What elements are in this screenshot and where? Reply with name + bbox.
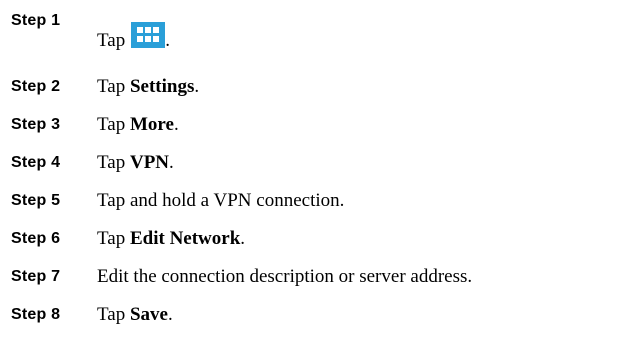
step-suffix: . [167, 304, 173, 325]
step-suffix: . [240, 228, 246, 249]
step-suffix: . [165, 30, 170, 51]
step-text: Tap Save. [97, 304, 173, 326]
ui-term: More [129, 114, 174, 135]
ui-term: VPN [129, 152, 170, 173]
step-prefix: Tap [97, 228, 130, 249]
step-label: Step 3 [11, 116, 61, 133]
step-text: Tap . [97, 22, 170, 52]
step-text: Tap Edit Network. [97, 228, 245, 250]
step-prefix: Edit the connection description or serve… [97, 266, 473, 287]
step-text: Edit the connection description or serve… [97, 266, 472, 288]
step-prefix: Tap and hold a VPN connection. [97, 190, 345, 211]
apps-grid-icon [131, 22, 166, 48]
step-text: Tap More. [97, 114, 179, 136]
step-text: Tap and hold a VPN connection. [97, 190, 344, 212]
ui-term: Edit Network [129, 228, 241, 249]
ui-term: Save [129, 304, 168, 325]
step-label: Step 7 [11, 268, 61, 285]
step-prefix: Tap [97, 114, 130, 135]
step-label: Step 6 [11, 230, 61, 247]
step-prefix: Tap [97, 30, 126, 51]
step-suffix: . [194, 76, 200, 97]
step-label: Step 4 [11, 154, 61, 171]
step-label: Step 8 [11, 306, 61, 323]
step-prefix: Tap [97, 304, 130, 325]
ui-term: Settings [129, 76, 195, 97]
step-text: Tap Settings. [97, 76, 199, 98]
step-prefix: Tap [97, 152, 130, 173]
step-prefix: Tap [97, 76, 130, 97]
step-suffix: . [173, 114, 179, 135]
step-label: Step 5 [11, 192, 61, 209]
step-text: Tap VPN. [97, 152, 174, 174]
step-label: Step 1 [11, 12, 61, 29]
step-label: Step 2 [11, 78, 61, 95]
step-suffix: . [169, 152, 174, 173]
